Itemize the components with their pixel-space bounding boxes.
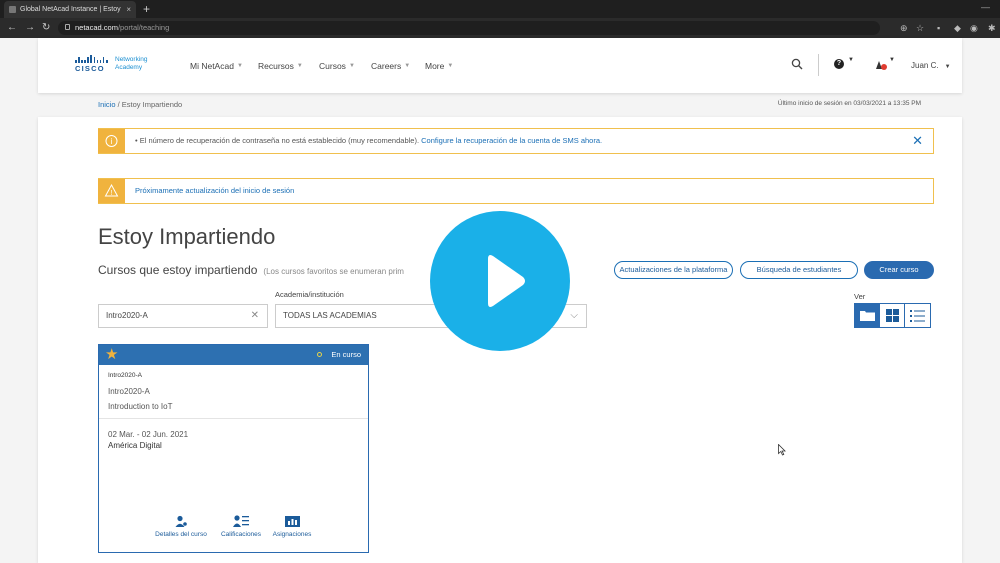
tab-close-icon[interactable]: × xyxy=(126,1,131,18)
grades-action[interactable]: Calificaciones xyxy=(216,513,266,538)
user-cog-icon xyxy=(175,515,187,527)
recovery-alert-text: • El número de recuperación de contraseñ… xyxy=(135,136,420,145)
cisco-bars-icon xyxy=(75,55,108,63)
favorite-star-icon[interactable]: ★ xyxy=(105,347,118,363)
last-login-text: Último inicio de sesión en 03/03/2021 a … xyxy=(777,100,921,107)
grid-view-icon[interactable] xyxy=(880,304,905,327)
status-dot-icon xyxy=(317,352,322,357)
platform-updates-button[interactable]: Actualizaciones de la plataforma xyxy=(614,261,733,279)
folder-view-icon[interactable] xyxy=(855,304,880,327)
chevron-down-icon: ▼ xyxy=(447,62,454,69)
menu-careers[interactable]: Careers ▼ xyxy=(371,38,410,93)
address-bar[interactable]: netacad.com/portal/teaching xyxy=(58,21,880,35)
menu-more[interactable]: More ▼ xyxy=(425,38,453,93)
cisco-wordmark: CISCO xyxy=(75,64,105,73)
help-icon[interactable]: ? xyxy=(834,59,844,69)
browser-tab-bar: Global NetAcad Instance | Estoy × + — xyxy=(0,0,1000,18)
cisco-logo[interactable]: CISCO Networking Academy xyxy=(75,55,148,73)
back-icon[interactable]: ← xyxy=(7,18,17,38)
chevron-down-icon: ▼ xyxy=(296,62,303,69)
course-card[interactable]: ★ En curso Intro2020-A Intro2020-A Intro… xyxy=(98,344,369,553)
warning-icon: ! xyxy=(98,179,125,203)
course-name[interactable]: Intro2020-A xyxy=(108,387,150,396)
assignments-action[interactable]: Asignaciones xyxy=(270,513,314,538)
profile-icon[interactable]: ◉ xyxy=(970,18,978,38)
course-search-input[interactable]: Intro2020-A ✕ xyxy=(98,304,268,328)
tab-title: Global NetAcad Instance | Estoy xyxy=(20,6,121,13)
breadcrumb-current: Estoy Impartiendo xyxy=(121,100,183,109)
chevron-down-icon[interactable]: ▼ xyxy=(848,57,854,63)
page-title: Estoy Impartiendo xyxy=(98,224,276,249)
header-divider xyxy=(818,54,819,76)
clear-icon[interactable]: ✕ xyxy=(251,305,259,327)
course-card-header: ★ En curso xyxy=(99,345,368,365)
login-update-alert: ! Próximamente actualización del inicio … xyxy=(98,178,934,204)
chevron-down-icon: ▼ xyxy=(404,62,411,69)
mouse-cursor-icon xyxy=(778,444,786,456)
course-title: Introduction to IoT xyxy=(108,402,173,411)
url-text: netacad.com/portal/teaching xyxy=(75,23,170,32)
notifications-icon[interactable] xyxy=(874,59,888,71)
course-details-action[interactable]: Detalles del curso xyxy=(151,513,211,538)
chevron-down-icon[interactable]: ▼ xyxy=(889,57,895,63)
section-subtitle: Cursos que estoy impartiendo (Los cursos … xyxy=(98,263,404,277)
svg-text:!: ! xyxy=(111,190,113,197)
create-course-button[interactable]: Crear curso xyxy=(864,261,934,279)
menu-cursos[interactable]: Cursos ▼ xyxy=(319,38,355,93)
view-label: Ver xyxy=(854,292,866,301)
favicon-icon xyxy=(9,6,16,13)
chart-icon xyxy=(284,516,300,527)
recovery-alert: i • El número de recuperación de contras… xyxy=(98,128,934,154)
extension-icon-2[interactable]: ◆ xyxy=(954,18,961,38)
browser-tab[interactable]: Global NetAcad Instance | Estoy × xyxy=(4,1,136,18)
extension-icon[interactable]: ▪ xyxy=(937,18,940,38)
networking-academy-label: Networking Academy xyxy=(115,56,148,71)
forward-icon[interactable]: → xyxy=(25,18,35,38)
svg-text:i: i xyxy=(111,137,113,146)
app-header: CISCO Networking Academy Mi NetAcad ▼ Rec… xyxy=(38,38,962,93)
user-menu[interactable]: Juan C. ▼ xyxy=(911,38,951,95)
extensions-puzzle-icon[interactable]: ✱ xyxy=(988,18,996,38)
search-icon[interactable] xyxy=(791,58,803,70)
configure-recovery-link[interactable]: Configure la recuperación de la cuenta d… xyxy=(421,136,602,145)
play-icon xyxy=(488,255,525,307)
info-icon: i xyxy=(98,129,125,153)
video-play-button[interactable] xyxy=(430,211,570,351)
course-institution: América Digital xyxy=(108,441,162,450)
divider xyxy=(99,418,368,419)
lock-icon xyxy=(65,24,70,30)
browser-toolbar: ← → ↻ netacad.com/portal/teaching ⊕ ☆ ▪ … xyxy=(0,18,1000,38)
chevron-down-icon: ▼ xyxy=(348,62,355,69)
user-list-icon xyxy=(233,515,249,527)
academy-label: Academia/institución xyxy=(275,290,344,299)
bookmark-star-icon[interactable]: ☆ xyxy=(916,18,924,38)
list-view-icon[interactable] xyxy=(905,304,930,327)
window-minimize-button[interactable]: — xyxy=(981,0,990,14)
breadcrumb: Inicio / Estoy Impartiendo xyxy=(98,100,183,109)
login-update-link[interactable]: Próximamente actualización del inicio de… xyxy=(135,186,294,195)
view-toggle xyxy=(854,303,931,328)
course-status: En curso xyxy=(331,350,361,359)
chevron-down-icon: ▼ xyxy=(236,62,243,69)
zoom-icon[interactable]: ⊕ xyxy=(900,18,908,38)
reload-icon[interactable]: ↻ xyxy=(42,18,50,38)
course-dates: 02 Mar. - 02 Jun. 2021 xyxy=(108,430,189,439)
student-search-button[interactable]: Búsqueda de estudiantes xyxy=(740,261,858,279)
close-icon[interactable]: ✕ xyxy=(912,129,923,153)
favorites-note: (Los cursos favoritos se enumeran prim xyxy=(263,267,404,276)
new-tab-button[interactable]: + xyxy=(143,1,150,17)
breadcrumb-home-link[interactable]: Inicio xyxy=(98,100,116,109)
menu-mi-netacad[interactable]: Mi NetAcad ▼ xyxy=(190,38,243,93)
course-code: Intro2020-A xyxy=(108,372,142,379)
chevron-down-icon: ⌵ xyxy=(570,310,578,321)
menu-recursos[interactable]: Recursos ▼ xyxy=(258,38,303,93)
